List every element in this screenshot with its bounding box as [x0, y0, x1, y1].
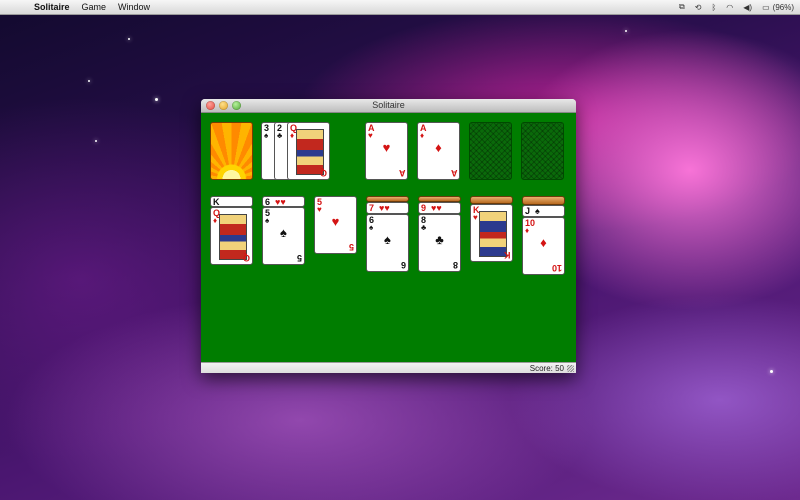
foundation-3-empty[interactable] — [469, 122, 512, 180]
card-rank-bottom: A — [450, 168, 458, 178]
card-suit: ♠ — [264, 131, 269, 140]
card-rank-bottom: 6 — [400, 260, 406, 270]
card-rank-bottom: 5 — [296, 253, 302, 263]
card-rank-bottom: 10 — [551, 263, 562, 273]
window-title: Solitaire — [372, 100, 405, 110]
star — [95, 140, 97, 142]
time-machine-icon[interactable]: ⟲ — [695, 3, 702, 12]
card-suit: ♥♥ — [431, 203, 442, 213]
tableau-1-card[interactable]: K — [210, 196, 253, 207]
card-rank-bottom: 5 — [348, 242, 354, 252]
card-suit: ♠ — [265, 216, 270, 225]
card-suit: ♠ — [369, 223, 374, 232]
close-button[interactable] — [206, 101, 215, 110]
card-suit: ♥♥ — [275, 197, 286, 207]
zoom-button[interactable] — [232, 101, 241, 110]
menu-app-name[interactable]: Solitaire — [34, 0, 70, 14]
star — [88, 80, 90, 82]
card-suit: ♥ — [368, 131, 373, 140]
wifi-icon[interactable]: ◠ — [726, 3, 733, 12]
volume-icon[interactable]: ◀) — [743, 3, 752, 12]
card-rank: 6 — [265, 197, 271, 207]
foundation-4-empty[interactable] — [521, 122, 564, 180]
tableau-4-card[interactable]: 7 ♥♥ — [366, 202, 409, 214]
display-mirroring-icon[interactable]: ⧉ — [679, 2, 685, 12]
card-pip: ♠ — [280, 225, 287, 240]
resize-grip-icon[interactable] — [567, 365, 574, 372]
card-rank: 7 — [369, 203, 375, 213]
menu-window[interactable]: Window — [118, 0, 150, 14]
card-suit: ♥♥ — [379, 203, 390, 213]
solitaire-window: Solitaire 3 ♠ 2 ♣ Q ♦ Q A ♥ ♥ A A ♦ ♦ A … — [201, 99, 576, 373]
card-pip: ♥ — [331, 214, 340, 229]
card-suit: ♥ — [317, 205, 322, 214]
card-rank-bottom: Q — [242, 253, 250, 263]
menu-extras: ⧉ ⟲ ᛒ ◠ ◀) ▭ (96%) — [669, 0, 794, 14]
minimize-button[interactable] — [219, 101, 228, 110]
card-suit: ♣ — [277, 131, 283, 140]
card-suit: ♦ — [525, 226, 530, 235]
tableau-5-card[interactable]: 9 ♥♥ — [418, 202, 461, 214]
tableau-7-top-card[interactable]: 10 ♦ ♦ 10 — [522, 217, 565, 275]
card-pip: ♥ — [382, 140, 391, 155]
card-rank: K — [213, 197, 220, 207]
star — [625, 30, 627, 32]
card-suit: ♦ — [420, 131, 425, 140]
card-rank-bottom: 8 — [452, 260, 458, 270]
foundation-1[interactable]: A ♥ ♥ A — [365, 122, 408, 180]
card-rank: J — [525, 206, 531, 216]
menu-bar: Solitaire Game Window ⧉ ⟲ ᛒ ◠ ◀) ▭ (96%) — [0, 0, 800, 15]
bluetooth-icon[interactable]: ᛒ — [711, 3, 716, 12]
tableau-5-top-card[interactable]: 8 ♣ ♣ 8 — [418, 214, 461, 272]
card-suit: ♦ — [213, 216, 218, 225]
card-suit: ♥ — [473, 213, 478, 222]
status-bar: Score: 50 — [201, 362, 576, 373]
star — [770, 370, 773, 373]
battery-percentage: (96%) — [772, 2, 794, 12]
card-rank-bottom: K — [503, 250, 511, 260]
star — [128, 38, 130, 40]
card-suit: ♠ — [535, 206, 540, 216]
waste-top-card[interactable]: Q ♦ Q — [287, 122, 330, 180]
menu-game[interactable]: Game — [82, 0, 107, 14]
card-pip: ♣ — [435, 232, 444, 247]
tableau-4-top-card[interactable]: 6 ♠ ♠ 6 — [366, 214, 409, 272]
game-table: 3 ♠ 2 ♣ Q ♦ Q A ♥ ♥ A A ♦ ♦ A K Q ♦ Q 6 … — [201, 113, 576, 362]
card-rank-bottom: Q — [319, 168, 327, 178]
score-label: Score: 50 — [529, 364, 564, 373]
card-pip: ♦ — [540, 235, 547, 250]
foundation-2[interactable]: A ♦ ♦ A — [417, 122, 460, 180]
card-rank-bottom: A — [398, 168, 406, 178]
card-rank: 9 — [421, 203, 427, 213]
battery-icon[interactable]: ▭ — [762, 3, 770, 12]
card-suit: ♣ — [421, 223, 427, 232]
tableau-6-top-card[interactable]: K ♥ K — [470, 204, 513, 262]
tableau-2-top-card[interactable]: 5 ♠ ♠ 5 — [262, 207, 305, 265]
star — [155, 98, 158, 101]
card-suit: ♦ — [290, 131, 295, 140]
tableau-3-top-card[interactable]: 5 ♥ ♥ 5 — [314, 196, 357, 254]
card-pip: ♦ — [435, 140, 442, 155]
tableau-7-facedown — [522, 196, 565, 205]
tableau-7-card[interactable]: J ♠ — [522, 205, 565, 217]
tableau-2-card[interactable]: 6 ♥♥ — [262, 196, 305, 207]
card-pip: ♠ — [384, 232, 391, 247]
stock-pile[interactable] — [210, 122, 253, 180]
tableau-6-facedown — [470, 196, 513, 204]
tableau-1-top-card[interactable]: Q ♦ Q — [210, 207, 253, 265]
window-titlebar[interactable]: Solitaire — [201, 99, 576, 113]
